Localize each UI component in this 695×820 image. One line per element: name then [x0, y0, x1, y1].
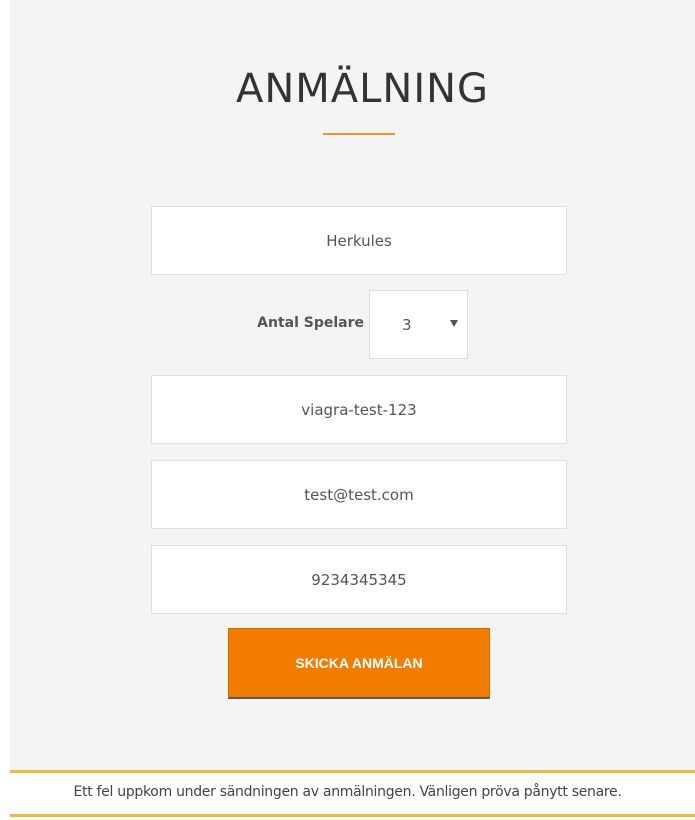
- error-banner: Ett fel uppkom under sändningen av anmäl…: [10, 770, 695, 817]
- title-underline: [323, 133, 395, 135]
- page: ANMÄLNING Antal Spelare 3 SKICKA ANMÄLAN…: [0, 0, 695, 820]
- email-input[interactable]: [151, 460, 567, 529]
- chevron-down-icon: [450, 320, 458, 327]
- error-message: Ett fel uppkom under sändningen av anmäl…: [73, 784, 622, 800]
- submit-registration-button[interactable]: SKICKA ANMÄLAN: [228, 628, 490, 699]
- players-select[interactable]: 3: [369, 290, 468, 359]
- phone-input[interactable]: [151, 545, 567, 614]
- team-field-input[interactable]: [151, 375, 567, 444]
- players-label: Antal Spelare: [257, 315, 364, 331]
- team-name-input[interactable]: [151, 206, 567, 275]
- players-select-value: 3: [402, 316, 412, 334]
- page-title: ANMÄLNING: [235, 66, 490, 112]
